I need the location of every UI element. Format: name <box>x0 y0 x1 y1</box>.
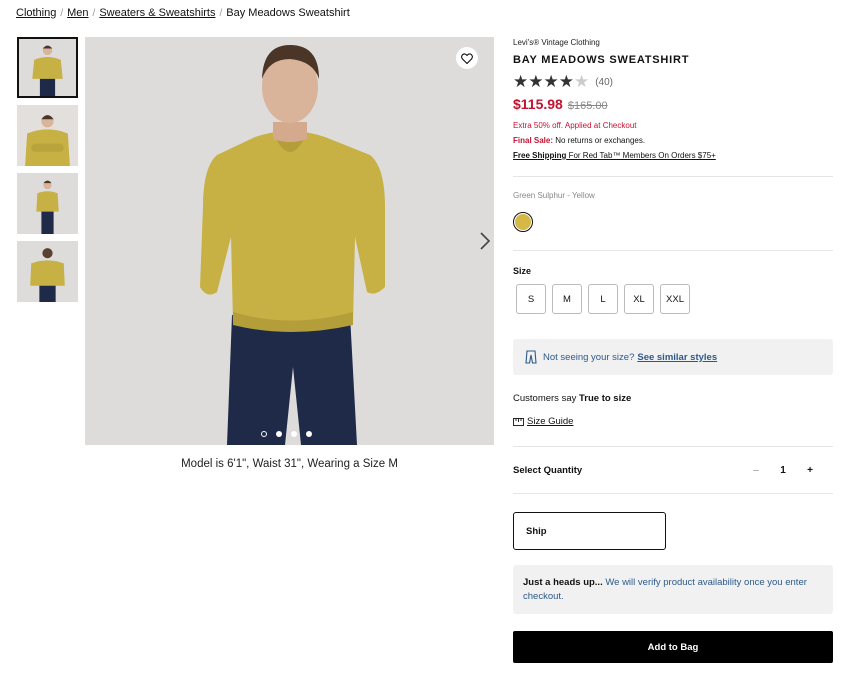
fit-summary: Customers say True to size <box>513 393 631 404</box>
model-size-caption: Model is 6'1", Waist 31", Wearing a Size… <box>181 458 398 470</box>
breadcrumb: Clothing / Men / Sweaters & Sweatshirts … <box>16 7 350 19</box>
breadcrumb-separator: / <box>219 7 223 19</box>
divider <box>513 446 833 447</box>
quantity-stepper: – 1 + <box>749 465 817 476</box>
model-photo <box>85 37 494 445</box>
fit-value: True to size <box>579 393 632 404</box>
carousel-dot-2[interactable] <box>276 431 282 437</box>
size-guide-label: Size Guide <box>527 416 574 427</box>
thumbnail-arms-crossed[interactable] <box>17 105 78 166</box>
thumbnail-arms-crossed-image <box>17 105 78 166</box>
size-option-s[interactable]: S <box>516 284 546 314</box>
notice-title: Just a heads up... <box>523 577 603 588</box>
add-to-bag-button[interactable]: Add to Bag <box>513 631 833 663</box>
final-sale-label: Final Sale: <box>513 136 554 145</box>
final-sale-notice: Final Sale: No returns or exchanges. <box>513 136 645 145</box>
thumbnail-back-image <box>17 241 78 302</box>
size-option-xxl[interactable]: XXL <box>660 284 690 314</box>
thumbnail-front[interactable] <box>17 37 78 98</box>
breadcrumb-current: Bay Meadows Sweatshirt <box>226 7 350 19</box>
thumbnail-back[interactable] <box>17 241 78 302</box>
price-block: $115.98 $165.00 <box>513 96 608 112</box>
size-option-l[interactable]: L <box>588 284 618 314</box>
breadcrumb-separator: / <box>92 7 96 19</box>
breadcrumb-link-men[interactable]: Men <box>67 7 88 19</box>
color-swatch-fill <box>515 214 531 230</box>
quantity-label: Select Quantity <box>513 465 583 476</box>
availability-notice: Just a heads up... We will verify produc… <box>513 565 833 614</box>
free-shipping-label: Free Shipping <box>513 151 567 160</box>
thumbnail-full-body[interactable] <box>17 173 78 234</box>
carousel-dots <box>261 431 312 437</box>
quantity-value: 1 <box>780 465 786 476</box>
quantity-decrease-button[interactable]: – <box>749 465 763 476</box>
original-price: $165.00 <box>567 100 608 112</box>
divider <box>513 493 833 494</box>
color-name: Green Sulphur - Yellow <box>513 191 595 200</box>
size-option-xl[interactable]: XL <box>624 284 654 314</box>
carousel-dot-1[interactable] <box>261 431 267 437</box>
next-image-arrow-icon[interactable] <box>479 231 491 251</box>
carousel-dot-4[interactable] <box>306 431 312 437</box>
color-swatch[interactable] <box>513 212 533 232</box>
size-guide-link[interactable]: Size Guide <box>513 416 573 427</box>
size-options: S M L XL XXL <box>516 284 690 314</box>
breadcrumb-link-clothing[interactable]: Clothing <box>16 7 56 19</box>
thumbnail-list <box>17 37 79 309</box>
ruler-icon <box>513 417 524 426</box>
free-shipping-text: For Red Tab™ Members On Orders $75+ <box>566 151 716 160</box>
main-product-image[interactable] <box>85 37 494 445</box>
rating-stars-icon: ★★★★★ <box>513 72 590 91</box>
see-similar-styles-link[interactable]: See similar styles <box>637 352 717 363</box>
thumbnail-front-image <box>19 39 76 96</box>
rating-count: (40) <box>595 76 614 88</box>
product-rating[interactable]: ★★★★★ (40) <box>513 73 613 91</box>
breadcrumb-separator: / <box>60 7 64 19</box>
carousel-dot-3[interactable] <box>291 431 297 437</box>
brand-name: Levi's® Vintage Clothing <box>513 38 600 47</box>
quantity-increase-button[interactable]: + <box>803 465 817 476</box>
final-sale-text: No returns or exchanges. <box>553 136 646 145</box>
divider <box>513 176 833 177</box>
free-shipping-link[interactable]: Free Shipping For Red Tab™ Members On Or… <box>513 151 716 160</box>
product-title: BAY MEADOWS SWEATSHIRT <box>513 54 690 66</box>
size-option-m[interactable]: M <box>552 284 582 314</box>
jeans-icon <box>525 350 537 364</box>
breadcrumb-link-sweaters[interactable]: Sweaters & Sweatshirts <box>99 7 215 19</box>
fit-prefix: Customers say <box>513 393 579 404</box>
ship-option[interactable]: Ship <box>513 512 666 550</box>
size-help-question: Not seeing your size? <box>543 351 635 363</box>
heart-icon <box>461 52 473 64</box>
size-help-banner: Not seeing your size? See similar styles <box>513 339 833 375</box>
sale-price: $115.98 <box>513 96 563 112</box>
size-label: Size <box>513 266 532 276</box>
thumbnail-full-body-image <box>17 173 78 234</box>
divider <box>513 250 833 251</box>
promo-message: Extra 50% off. Applied at Checkout <box>513 121 637 130</box>
wishlist-button[interactable] <box>456 47 478 69</box>
